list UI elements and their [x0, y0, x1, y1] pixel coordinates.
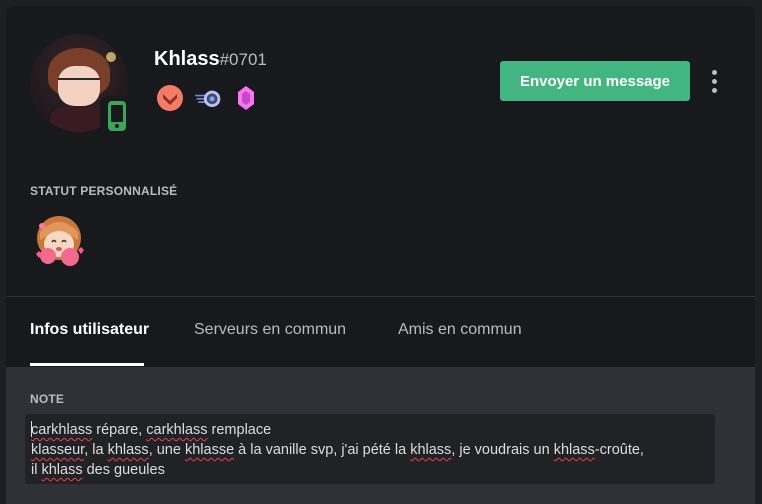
profile-body: NOTE carkhlass répare, carkhlass remplac…: [6, 367, 755, 504]
phone-home-dot: [115, 124, 119, 128]
note-title: NOTE: [30, 392, 65, 406]
misspelled-word: khlass: [410, 442, 452, 458]
tab-mutual-servers[interactable]: Serveurs en commun: [194, 321, 346, 339]
note-line: klasseur, la khlass, une khlasse à la va…: [31, 440, 709, 460]
tab-user-info[interactable]: Infos utilisateur: [30, 321, 149, 339]
note-text: répare,: [92, 422, 147, 438]
avatar-glasses: [58, 78, 100, 90]
user-profile-modal: Khlass#0701 Envoyer un message STATUT PE…: [6, 6, 755, 504]
phone-screen: [111, 105, 123, 122]
misspelled-word: carkhlass: [31, 422, 93, 438]
note-line: il khlass des gueules: [31, 460, 709, 480]
note-text: -croûte,: [594, 442, 644, 458]
early-supporter-icon[interactable]: [194, 84, 222, 112]
misspelled-word: klasseur: [31, 442, 85, 458]
more-options-icon[interactable]: [706, 66, 722, 96]
note-text: des gueules: [82, 462, 165, 478]
note-line: carkhlass répare, carkhlass remplace: [31, 420, 709, 440]
dot: [711, 69, 717, 75]
misspelled-word: khlass: [553, 442, 595, 458]
note-text: , une: [148, 442, 185, 458]
dot: [711, 78, 717, 84]
note-textarea[interactable]: carkhlass répare, carkhlass remplace kla…: [25, 414, 715, 484]
note-text: , je voudrais un: [451, 442, 554, 458]
tab-mutual-friends[interactable]: Amis en commun: [398, 321, 522, 339]
note-text: , la: [84, 442, 108, 458]
misspelled-word: khlass: [41, 462, 83, 478]
mobile-phone-icon: [108, 101, 126, 131]
profile-tabs: Infos utilisateur Serveurs en commun Ami…: [6, 297, 755, 367]
hypesquad-bravery-icon[interactable]: [156, 84, 184, 112]
misspelled-word: khlass: [107, 442, 149, 458]
profile-badges: [156, 84, 260, 112]
note-text: remplace: [207, 422, 272, 438]
mobile-status-indicator: [100, 96, 134, 136]
send-message-button[interactable]: Envoyer un message: [500, 61, 690, 101]
discriminator: #0701: [219, 50, 267, 69]
misspelled-word: carkhlass: [146, 422, 208, 438]
avatar-sparkle: [106, 52, 116, 62]
username: Khlass: [154, 48, 220, 70]
note-text: à la vanille svp, j'ai pété la: [234, 442, 411, 458]
active-tab-indicator: [30, 363, 144, 366]
nitro-boost-icon[interactable]: [232, 84, 260, 112]
misspelled-word: khlasse: [184, 442, 235, 458]
profile-header: Khlass#0701 Envoyer un message STATUT PE…: [6, 6, 755, 296]
custom-status-emoji-icon[interactable]: [28, 210, 90, 272]
avatar-container: [30, 34, 134, 136]
dot: [711, 87, 717, 93]
note-text: il: [31, 462, 42, 478]
custom-status-title: STATUT PERSONNALISÉ: [30, 184, 178, 198]
username-row: Khlass#0701: [154, 48, 267, 71]
